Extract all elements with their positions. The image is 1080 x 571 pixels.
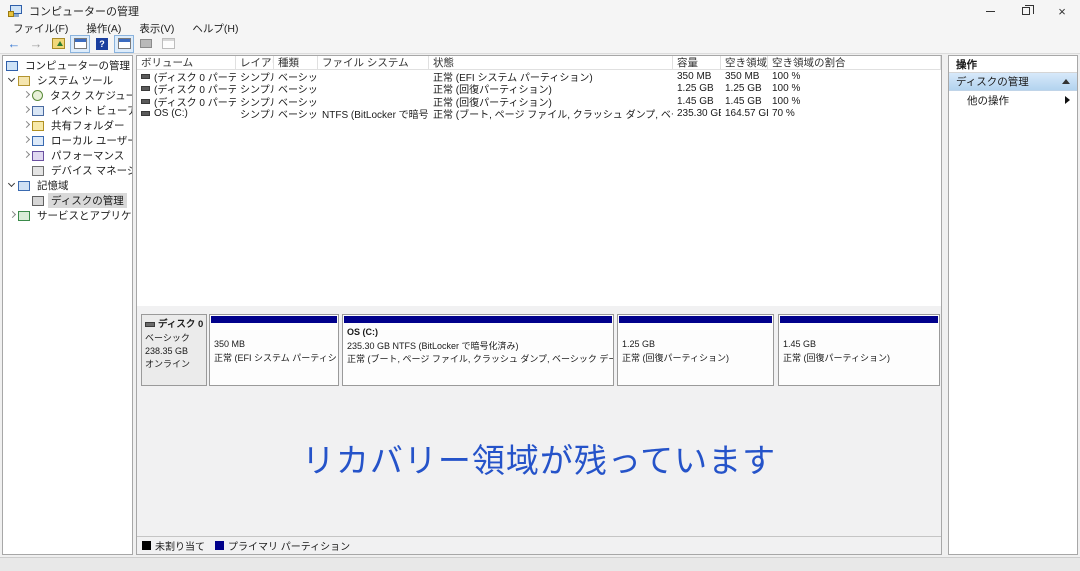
more-actions-item[interactable]: 他の操作 <box>949 91 1077 109</box>
action-pane: 操作 ディスクの管理 他の操作 <box>948 55 1078 555</box>
show-action-pane-button[interactable] <box>114 35 134 53</box>
partition-color-bar <box>619 316 772 323</box>
tree-item-storage[interactable]: 記憶域 <box>3 178 132 193</box>
performance-icon <box>32 151 44 161</box>
client-area: コンピューターの管理 (ローカル) システム ツール タスク スケジューラ イベ… <box>0 55 1080 557</box>
partition-os-c[interactable]: OS (C:) 235.30 GB NTFS (BitLocker で暗号化済み… <box>342 314 614 386</box>
close-icon: × <box>1058 5 1066 18</box>
volume-list: ボリューム レイアウト 種類 ファイル システム 状態 容量 空き領域 空き領域… <box>137 56 941 306</box>
partition-color-bar <box>344 316 612 323</box>
forward-icon: → <box>30 37 43 50</box>
bottom-strip <box>0 557 1080 571</box>
chevron-down-icon[interactable] <box>7 180 18 191</box>
volume-icon <box>141 74 150 79</box>
local-users-groups-icon <box>32 136 44 146</box>
primary-partition-swatch-icon <box>215 541 224 550</box>
action-pane-title: 操作 <box>949 56 1077 73</box>
window-icon <box>162 38 175 49</box>
column-header-filesystem[interactable]: ファイル システム <box>318 56 429 69</box>
annotation-text: リカバリー領域が残っています <box>137 434 941 482</box>
properties-icon <box>140 39 152 48</box>
chevron-right-icon[interactable] <box>21 135 32 146</box>
action-group-disk-management[interactable]: ディスクの管理 <box>949 73 1077 91</box>
show-console-tree-button[interactable] <box>70 35 90 53</box>
legend: 未割り当て プライマリ パーティション <box>137 536 941 553</box>
properties-button[interactable] <box>136 35 156 53</box>
chevron-right-icon[interactable] <box>21 120 32 131</box>
tree-item-services-applications[interactable]: サービスとアプリケーション <box>3 208 132 223</box>
column-header-type[interactable]: 種類 <box>274 56 318 69</box>
show-action-pane-icon <box>118 38 131 49</box>
tree-item-event-viewer[interactable]: イベント ビューアー <box>3 103 132 118</box>
disk-management-icon <box>32 196 44 206</box>
toolbar: ← → ? <box>0 34 1080 54</box>
chevron-right-icon[interactable] <box>21 105 32 116</box>
column-header-volume[interactable]: ボリューム <box>137 56 236 69</box>
column-header-layout[interactable]: レイアウト <box>236 56 274 69</box>
menu-bar: ファイル(F) 操作(A) 表示(V) ヘルプ(H) <box>0 22 1080 34</box>
minimize-button[interactable] <box>972 0 1008 22</box>
column-header-free-percent[interactable]: 空き領域の割合 <box>768 56 941 69</box>
help-icon: ? <box>96 38 108 50</box>
storage-icon <box>18 181 30 191</box>
graphical-view: ディスク 0 ベーシック 238.35 GB オンライン 350 MB 正常 (… <box>137 306 941 554</box>
tree-item-performance[interactable]: パフォーマンス <box>3 148 132 163</box>
window-button[interactable] <box>158 35 178 53</box>
computer-icon <box>6 61 18 71</box>
column-header-status[interactable]: 状態 <box>429 56 673 69</box>
tree-item-disk-management[interactable]: ディスクの管理 <box>3 193 132 208</box>
volume-icon <box>141 111 150 116</box>
chevron-right-icon[interactable] <box>21 90 32 101</box>
services-apps-icon <box>18 211 30 221</box>
submenu-arrow-icon <box>1065 96 1070 104</box>
disk0-info-box[interactable]: ディスク 0 ベーシック 238.35 GB オンライン <box>141 314 207 386</box>
disk-management-pane: ボリューム レイアウト 種類 ファイル システム 状態 容量 空き領域 空き領域… <box>136 55 942 555</box>
tree-item-system-tools[interactable]: システム ツール <box>3 73 132 88</box>
back-button[interactable]: ← <box>4 35 24 53</box>
partition-color-bar <box>211 316 337 323</box>
partition-efi[interactable]: 350 MB 正常 (EFI システム パーティション) <box>209 314 339 386</box>
event-viewer-icon <box>32 106 44 116</box>
tree-item-computer-management[interactable]: コンピューターの管理 (ローカル) <box>3 58 132 73</box>
device-manager-icon <box>32 166 44 176</box>
disk0-type: ベーシック <box>145 332 204 345</box>
partition-recovery-2[interactable]: 1.45 GB 正常 (回復パーティション) <box>778 314 940 386</box>
task-scheduler-icon <box>32 90 43 101</box>
column-header-free-space[interactable]: 空き領域 <box>721 56 768 69</box>
volume-icon <box>141 99 150 104</box>
column-header-capacity[interactable]: 容量 <box>673 56 721 69</box>
up-one-level-button[interactable] <box>48 35 68 53</box>
disk-icon <box>145 322 155 327</box>
console-tree: コンピューターの管理 (ローカル) システム ツール タスク スケジューラ イベ… <box>2 55 133 555</box>
close-button[interactable]: × <box>1044 0 1080 22</box>
unallocated-swatch-icon <box>142 541 151 550</box>
disk0-status: オンライン <box>145 358 204 371</box>
restore-button[interactable] <box>1008 0 1044 22</box>
window-title: コンピューターの管理 <box>29 3 139 19</box>
collapse-icon[interactable] <box>1062 79 1070 84</box>
help-button[interactable]: ? <box>92 35 112 53</box>
back-icon: ← <box>8 37 21 50</box>
forward-button[interactable]: → <box>26 35 46 53</box>
partition-recovery-1[interactable]: 1.25 GB 正常 (回復パーティション) <box>617 314 774 386</box>
up-one-level-icon <box>52 38 65 49</box>
tree-item-device-manager[interactable]: デバイス マネージャー <box>3 163 132 178</box>
volume-icon <box>141 86 150 91</box>
shared-folders-icon <box>32 121 44 131</box>
system-tools-icon <box>18 76 30 86</box>
tree-item-task-scheduler[interactable]: タスク スケジューラ <box>3 88 132 103</box>
tree-item-shared-folders[interactable]: 共有フォルダー <box>3 118 132 133</box>
restore-icon <box>1022 7 1030 15</box>
table-row[interactable]: OS (C:) シンプル ベーシック NTFS (BitLocker で暗号化済… <box>137 108 941 121</box>
chevron-right-icon[interactable] <box>7 210 18 221</box>
title-bar: コンピューターの管理 × <box>0 0 1080 22</box>
chevron-down-icon[interactable] <box>7 75 18 86</box>
chevron-right-icon[interactable] <box>21 150 32 161</box>
tree-item-local-users-groups[interactable]: ローカル ユーザーとグループ <box>3 133 132 148</box>
disk0-size: 238.35 GB <box>145 345 204 358</box>
show-console-tree-icon <box>74 38 87 49</box>
computer-management-app-icon <box>8 5 23 18</box>
minimize-icon <box>986 11 995 12</box>
partition-color-bar <box>780 316 938 323</box>
